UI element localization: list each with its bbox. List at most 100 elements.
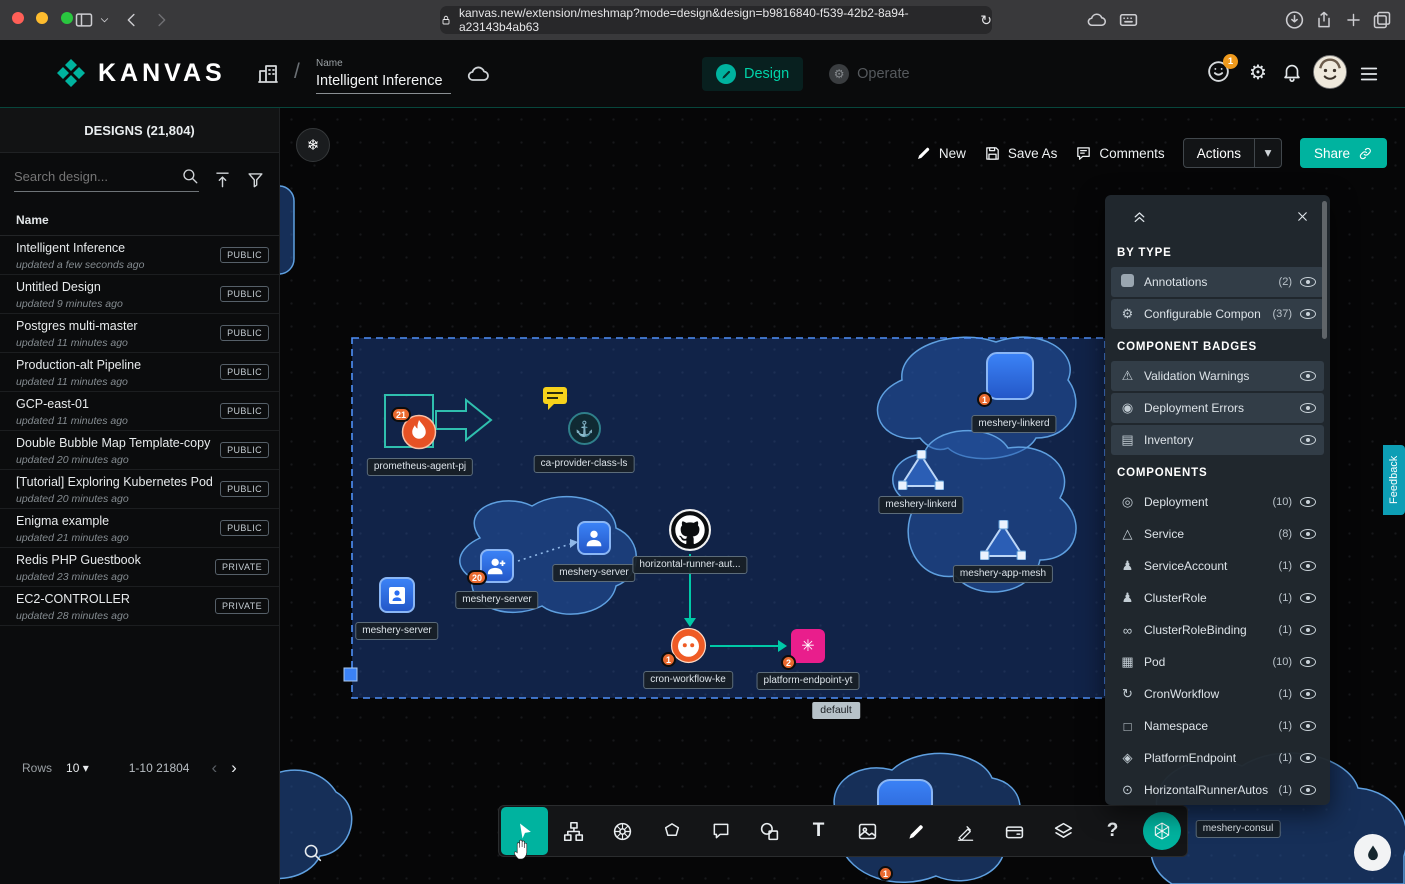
import-design-icon[interactable] — [213, 170, 232, 189]
visibility-eye-icon[interactable] — [1300, 371, 1316, 381]
node-label[interactable]: ca-provider-class-ls — [534, 455, 635, 473]
kanvas-logo[interactable]: KANVAS — [56, 58, 226, 88]
visibility-eye-icon[interactable] — [1300, 435, 1316, 445]
actions-caret-icon[interactable]: ▾ — [1255, 139, 1281, 167]
avatar[interactable] — [1312, 54, 1348, 90]
notifications-bell-icon[interactable] — [1281, 61, 1303, 83]
node-linkerd-top[interactable]: 1 — [986, 352, 1034, 400]
reload-icon[interactable]: ↻ — [980, 12, 992, 29]
design-list-item[interactable]: Postgres multi-master updated 11 minutes… — [0, 314, 279, 353]
component-row-clusterrole[interactable]: ♟ ClusterRole (1) — [1111, 583, 1324, 613]
prev-page-button[interactable]: ‹ — [211, 758, 217, 778]
tab-overview-icon[interactable] — [1372, 10, 1392, 30]
node-server-b[interactable]: 20 — [480, 549, 514, 583]
traffic-lights[interactable] — [12, 11, 73, 29]
notification-status-icon[interactable]: 1 — [1206, 59, 1231, 84]
visibility-eye-icon[interactable] — [1300, 403, 1316, 413]
sticker-shapes-tool[interactable] — [746, 807, 793, 855]
search-input[interactable] — [14, 167, 199, 192]
badge-row-deployment-errors[interactable]: ◉ Deployment Errors — [1111, 393, 1324, 423]
node-label[interactable]: platform-endpoint-yt — [757, 672, 860, 690]
search-icon[interactable] — [181, 167, 199, 185]
namespace-label-default[interactable]: default — [812, 702, 860, 719]
column-header-name[interactable]: Name — [0, 202, 279, 236]
component-row-serviceaccount[interactable]: ♟ ServiceAccount (1) — [1111, 551, 1324, 581]
node-label[interactable]: meshery-server — [455, 591, 538, 609]
visibility-eye-icon[interactable] — [1300, 529, 1316, 539]
design-list-item[interactable]: GCP-east-01 updated 11 minutes ago PUBLI… — [0, 392, 279, 431]
node-label[interactable]: cron-workflow-ke — [643, 671, 733, 689]
close-window-button[interactable] — [12, 12, 24, 24]
text-tool[interactable]: T — [795, 807, 842, 855]
feedback-tab[interactable]: Feedback — [1383, 445, 1405, 515]
organization-icon[interactable] — [256, 62, 280, 86]
design-list-item[interactable]: Double Bubble Map Template-copy updated … — [0, 431, 279, 470]
design-list-item[interactable]: [Tutorial] Exploring Kubernetes Pod upda… — [0, 470, 279, 509]
component-row-pod[interactable]: ▦ Pod (10) — [1111, 647, 1324, 677]
save-as-button[interactable]: Save As — [984, 145, 1058, 162]
panel-scrollbar[interactable] — [1322, 201, 1327, 339]
node-app-mesh[interactable] — [980, 520, 1026, 560]
close-panel-icon[interactable] — [1295, 209, 1310, 224]
icloud-tab-icon[interactable] — [1086, 10, 1107, 31]
visibility-eye-icon[interactable] — [1300, 721, 1316, 731]
fullscreen-window-button[interactable] — [61, 12, 73, 24]
extensions-icon[interactable] — [1118, 10, 1139, 31]
collapse-all-icon[interactable] — [1131, 208, 1148, 225]
settings-gear-icon[interactable]: ⚙ — [1249, 60, 1267, 85]
selection-resize-handle[interactable] — [344, 668, 357, 681]
design-list-item[interactable]: Redis PHP Guestbook updated 23 minutes a… — [0, 548, 279, 587]
node-label[interactable]: horizontal-runner-aut... — [632, 556, 747, 574]
component-row-cronworkflow[interactable]: ↻ CronWorkflow (1) — [1111, 679, 1324, 709]
node-label[interactable]: meshery-app-mesh — [953, 565, 1053, 583]
comments-button[interactable]: Comments — [1075, 145, 1164, 162]
component-row-clusterrolebinding[interactable]: ∞ ClusterRoleBinding (1) — [1111, 615, 1324, 645]
tab-design[interactable]: Design — [702, 57, 803, 91]
actions-split-button[interactable]: Actions ▾ — [1183, 138, 1282, 168]
component-row-service[interactable]: △ Service (8) — [1111, 519, 1324, 549]
shapes-tool[interactable] — [648, 807, 695, 855]
actions-button[interactable]: Actions — [1184, 139, 1254, 167]
node-platform-endpoint[interactable]: ✳ 2 — [791, 629, 825, 663]
comment-tool[interactable] — [697, 807, 744, 855]
media-tool[interactable] — [844, 807, 891, 855]
component-row-platformendpoint[interactable]: ◈ PlatformEndpoint (1) — [1111, 743, 1324, 773]
assistant-button[interactable] — [1354, 834, 1391, 871]
node-server-a[interactable] — [577, 521, 611, 555]
design-list-item[interactable]: Enigma example updated 21 minutes ago PU… — [0, 509, 279, 548]
minimize-window-button[interactable] — [36, 12, 48, 24]
back-button[interactable] — [122, 11, 141, 30]
node-server-c[interactable] — [379, 577, 415, 613]
rows-per-page-select[interactable]: 10 ▾ — [66, 761, 89, 775]
node-label[interactable]: prometheus-agent-pj — [367, 458, 473, 476]
new-tab-icon[interactable] — [1344, 11, 1363, 30]
visibility-eye-icon[interactable] — [1300, 785, 1316, 795]
group-blob-edge[interactable] — [280, 186, 294, 274]
visibility-eye-icon[interactable] — [1300, 561, 1316, 571]
component-row-horizontalrunnerautoscaler[interactable]: ⊙ HorizontalRunnerAutos (1) — [1111, 775, 1324, 805]
canvas-settings-button[interactable]: ❄ — [296, 128, 330, 162]
sidebar-toggle-icon[interactable] — [74, 10, 94, 30]
badge-row-inventory[interactable]: ▤ Inventory — [1111, 425, 1324, 455]
meshery-button[interactable] — [1138, 807, 1185, 855]
draw-tool[interactable] — [893, 807, 940, 855]
new-design-button[interactable]: New — [916, 145, 966, 161]
badge-row-validation-warnings[interactable]: ⚠ Validation Warnings — [1111, 361, 1324, 391]
mesh-designer-tool[interactable] — [550, 807, 597, 855]
pan-hand-icon[interactable] — [510, 835, 534, 861]
help-tool[interactable]: ? — [1089, 807, 1136, 855]
visibility-eye-icon[interactable] — [1300, 593, 1316, 603]
search-text-input[interactable] — [14, 169, 164, 184]
layer-row-configurable-components[interactable]: ⚙ Configurable Compon (37) — [1111, 299, 1324, 329]
cloud-sync-icon[interactable] — [466, 62, 490, 86]
share-page-icon[interactable] — [1314, 10, 1334, 30]
node-runner[interactable] — [669, 509, 711, 551]
next-page-button[interactable]: › — [231, 758, 237, 778]
card-tool[interactable] — [991, 807, 1038, 855]
visibility-eye-icon[interactable] — [1300, 277, 1316, 287]
tab-operate[interactable]: ⚙ Operate — [815, 57, 923, 91]
component-row-namespace[interactable]: □ Namespace (1) — [1111, 711, 1324, 741]
node-label[interactable]: meshery-linkerd — [878, 496, 963, 514]
design-list-item[interactable]: Production-alt Pipeline updated 11 minut… — [0, 353, 279, 392]
node-prometheus[interactable]: 21 — [401, 414, 437, 450]
